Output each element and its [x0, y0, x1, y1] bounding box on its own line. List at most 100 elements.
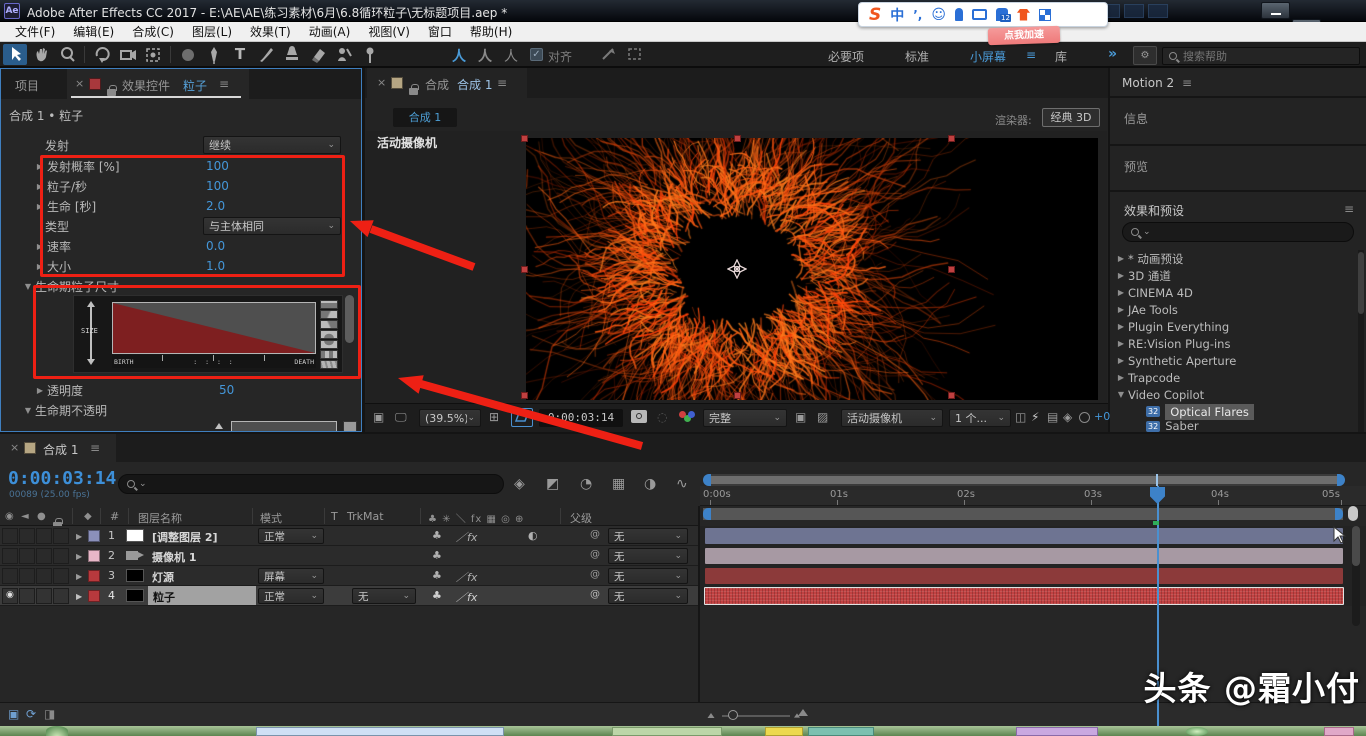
solo-toggle[interactable]: [36, 528, 52, 544]
taskbar-app[interactable]: [808, 727, 874, 736]
graph-preset-steps[interactable]: [320, 350, 338, 359]
work-area-start[interactable]: [703, 508, 711, 520]
selection-handle[interactable]: [521, 135, 528, 142]
expander-icon[interactable]: ▶: [76, 532, 82, 541]
show-snapshot-icon[interactable]: ◌: [657, 410, 667, 424]
property-value[interactable]: 50: [219, 383, 234, 397]
start-orb[interactable]: [46, 726, 68, 736]
lock-toggle[interactable]: [53, 548, 69, 564]
property-value[interactable]: 100: [206, 179, 229, 193]
time-ruler[interactable]: 0:00s 01s 02s 03s 04s 05s: [700, 486, 1366, 506]
fast-previews-icon[interactable]: ⚡: [1031, 410, 1039, 424]
menu-layer[interactable]: 图层(L): [183, 23, 241, 40]
layer-bar-light[interactable]: [705, 568, 1343, 584]
expand-layer-switches-icon[interactable]: ▣: [8, 707, 19, 721]
selection-tool[interactable]: [3, 44, 27, 65]
snap-icon[interactable]: [600, 46, 618, 62]
audio-toggle[interactable]: [19, 588, 35, 604]
expander-icon[interactable]: ▶: [33, 182, 47, 191]
comp-frame[interactable]: [526, 138, 1098, 400]
blend-mode-dropdown[interactable]: 正常⌄: [258, 528, 324, 544]
effect-row-opacity[interactable]: ▶ 透明度 50: [1, 380, 346, 400]
layer-row[interactable]: ▶ 1 [调整图层 2] 正常⌄ ♣ ／fx ◐ @ 无⌄: [0, 526, 698, 546]
expander-icon[interactable]: ▶: [76, 552, 82, 561]
menu-animation[interactable]: 动画(A): [300, 23, 360, 40]
zoom-tool[interactable]: [56, 44, 80, 65]
panel-menu-icon[interactable]: ≡: [219, 77, 229, 91]
preset-item-synthetic-aperture[interactable]: ▶Synthetic Aperture: [1114, 352, 1358, 369]
graph-editor-icon[interactable]: ∿: [676, 476, 688, 492]
roi-icon[interactable]: [511, 408, 533, 427]
sogou-shirt-icon[interactable]: [1017, 9, 1030, 21]
selection-handle[interactable]: [948, 392, 955, 399]
effect-row-velocity[interactable]: ▶ 速率 0.0: [1, 236, 346, 256]
navigator-bar[interactable]: [711, 476, 1337, 484]
comp-name-button[interactable]: 合成 1: [393, 108, 457, 127]
selection-handle[interactable]: [948, 135, 955, 142]
property-value[interactable]: 2.0: [206, 199, 225, 213]
zoom-slider-knob[interactable]: [728, 710, 738, 720]
graph-preset-ramp-down[interactable]: [320, 310, 338, 319]
expander-icon[interactable]: ▶: [76, 572, 82, 581]
region-of-interest-icon[interactable]: ▣: [795, 410, 806, 424]
solo-toggle[interactable]: [36, 548, 52, 564]
local-axis-mode-icon[interactable]: 人: [452, 46, 466, 66]
effects-presets-panel[interactable]: 效果和预设 ≡ ⌄ ▶* 动画预设 ▶3D 通道 ▶CINEMA 4D ▶JAe…: [1110, 194, 1366, 432]
workspace-small-screen[interactable]: 小屏幕: [970, 48, 1006, 65]
selection-handle[interactable]: [948, 266, 955, 273]
motion2-panel-header[interactable]: Motion 2 ≡: [1110, 68, 1366, 98]
sogou-keyboard-icon[interactable]: [972, 9, 987, 20]
effect-row-opacity-over-life[interactable]: ▼ 生命期不透明: [1, 400, 346, 420]
panel-menu-icon[interactable]: ≡: [1182, 76, 1192, 90]
panel-menu-icon[interactable]: ≡: [90, 441, 100, 455]
timeline-icon[interactable]: ▤: [1047, 410, 1058, 424]
pan-behind-tool[interactable]: [142, 44, 166, 65]
tab-close-icon[interactable]: ×: [75, 77, 84, 90]
effect-row-emit[interactable]: 发射 继续⌄: [1, 135, 346, 155]
menu-file[interactable]: 文件(F): [6, 23, 64, 40]
expander-icon[interactable]: ▶: [33, 262, 47, 271]
workspace-overflow-icon[interactable]: »: [1108, 46, 1117, 62]
layer-name[interactable]: 灯源: [152, 569, 174, 585]
view-layout-dropdown[interactable]: 1 个...⌄: [949, 409, 1011, 427]
pixel-aspect-icon[interactable]: ◫: [1015, 410, 1026, 424]
preset-item-plugin-everything[interactable]: ▶Plugin Everything: [1114, 318, 1358, 335]
text-tool[interactable]: T: [228, 44, 252, 65]
frame-blending-icon[interactable]: ▦: [612, 476, 625, 492]
eraser-tool[interactable]: [306, 44, 330, 65]
menu-effect[interactable]: 效果(T): [241, 23, 300, 40]
preset-item-animation-presets[interactable]: ▶* 动画预设: [1114, 250, 1358, 267]
layer-name[interactable]: [调整图层 2]: [152, 529, 218, 545]
presets-search-box[interactable]: ⌄: [1122, 222, 1354, 242]
preset-item-3d-channel[interactable]: ▶3D 通道: [1114, 267, 1358, 284]
expander-icon[interactable]: ▶: [33, 386, 47, 395]
menu-help[interactable]: 帮助(H): [461, 23, 521, 40]
flowchart-icon[interactable]: ◈: [1063, 410, 1072, 424]
layer-row-selected[interactable]: ◉ ▶ 4 粒子 正常⌄ 无⌄ ♣ ／fx @ 无⌄: [0, 586, 698, 606]
tab-project[interactable]: 项目: [15, 77, 39, 94]
taskbar-app[interactable]: [1186, 727, 1208, 736]
mask-visibility-icon[interactable]: [626, 46, 644, 62]
preset-item-cinema-4d[interactable]: ▶CINEMA 4D: [1114, 284, 1358, 301]
view-dropdown[interactable]: 活动摄像机⌄: [841, 409, 943, 427]
layer-label-color[interactable]: [88, 550, 100, 562]
toggle-inout-icon[interactable]: ◨: [44, 707, 55, 721]
visibility-toggle[interactable]: [2, 548, 18, 564]
effect-row-emit-probability[interactable]: ▶ 发射概率 [%] 100: [1, 156, 346, 176]
workspace-standard[interactable]: 标准: [905, 48, 929, 65]
tray-icon[interactable]: [1148, 4, 1168, 18]
work-area-end[interactable]: [1335, 508, 1343, 520]
effect-row-particles-per-sec[interactable]: ▶ 粒子/秒 100: [1, 176, 346, 196]
pen-tool[interactable]: [202, 44, 226, 65]
hide-shy-layers-icon[interactable]: ◔: [580, 476, 592, 492]
fx-switch[interactable]: ／fx: [456, 529, 477, 545]
toggle-modes-icon[interactable]: ⟳: [26, 707, 36, 721]
work-area-pill[interactable]: [1348, 506, 1358, 521]
preset-item-trapcode[interactable]: ▶Trapcode: [1114, 369, 1358, 386]
comp-viewer[interactable]: 活动摄像机: [366, 131, 1107, 403]
parent-pickwhip-icon[interactable]: @: [590, 549, 600, 560]
timeline-divider[interactable]: [698, 506, 700, 702]
effect-row-size-over-life[interactable]: ▼ 生命期粒子尺寸: [1, 276, 346, 296]
expander-icon[interactable]: ▶: [33, 242, 47, 251]
expander-icon[interactable]: ▼: [21, 282, 35, 291]
